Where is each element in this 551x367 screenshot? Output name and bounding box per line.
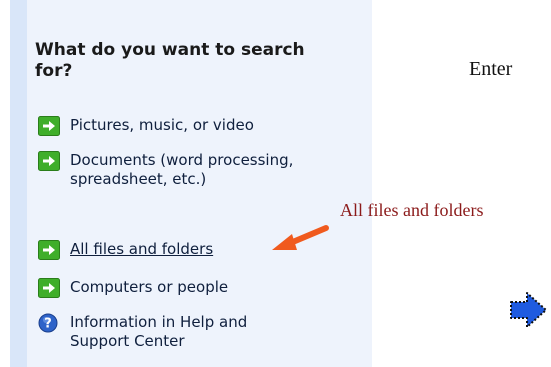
help-icon: ?: [38, 313, 58, 333]
green-arrow-icon: [38, 240, 60, 260]
search-option-label: Documents (word processing, spreadsheet,…: [70, 151, 294, 188]
orange-callout-arrow-icon: [272, 225, 329, 250]
search-heading: What do you want to search for?: [35, 40, 305, 81]
search-option-computers-people[interactable]: Computers or people: [38, 278, 228, 298]
green-arrow-icon: [38, 116, 60, 136]
search-option-pictures[interactable]: Pictures, music, or video: [38, 116, 254, 136]
blue-right-arrow-icon: [510, 292, 547, 328]
svg-text:?: ?: [44, 317, 52, 332]
search-option-label: Information in Help and Support Center: [70, 313, 248, 350]
search-option-documents[interactable]: Documents (word processing, spreadsheet,…: [38, 151, 310, 189]
enter-caption: Enter: [469, 58, 513, 80]
green-arrow-icon: [38, 151, 60, 171]
search-option-all-files[interactable]: All files and folders: [38, 240, 213, 260]
green-arrow-icon: [38, 278, 60, 298]
callout-label: All files and folders: [340, 200, 484, 220]
search-option-label: Pictures, music, or video: [70, 116, 254, 134]
search-option-help[interactable]: ? Information in Help and Support Center: [38, 313, 300, 351]
search-option-label: All files and folders: [70, 240, 214, 258]
search-option-label: Computers or people: [70, 278, 229, 296]
